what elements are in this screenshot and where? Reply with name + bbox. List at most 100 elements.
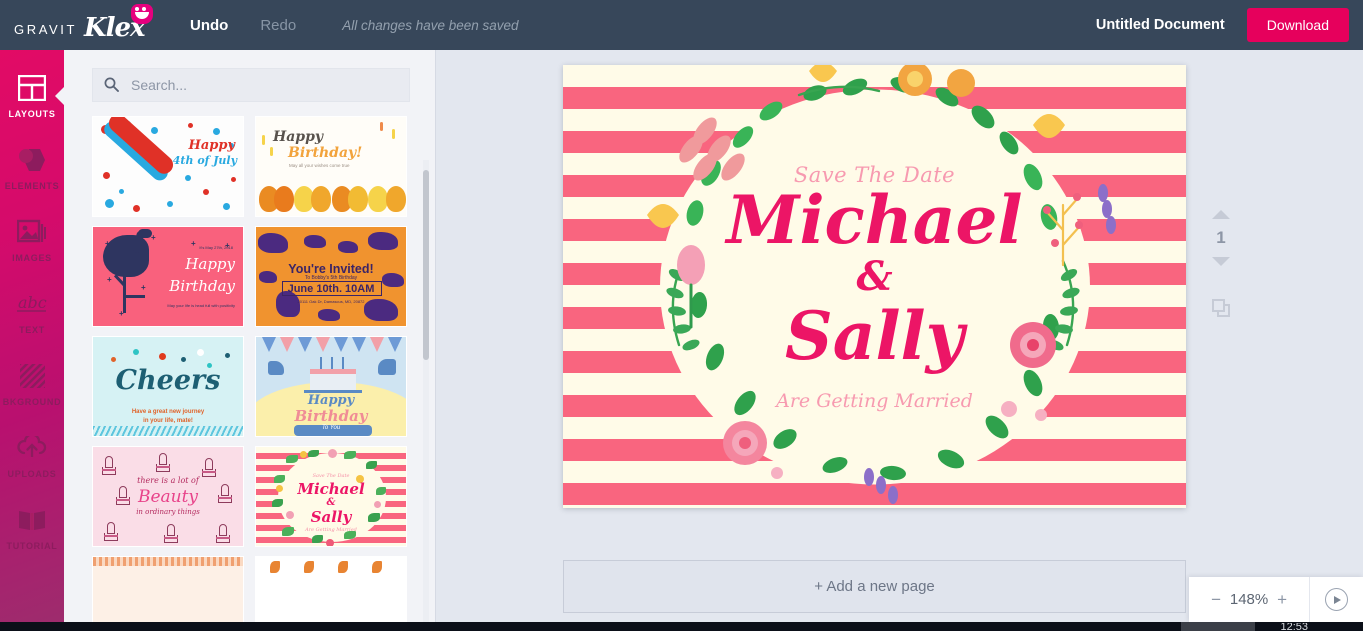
page-down-button[interactable] bbox=[1212, 257, 1230, 266]
background-icon bbox=[19, 361, 46, 391]
tool-rail: LAYOUTS ELEMENTS IMAGES abc TEXT BKGROUN… bbox=[0, 50, 64, 631]
app-header: GRAVIT Klex Undo Redo All changes have b… bbox=[0, 0, 1363, 50]
thumb-text: Sally bbox=[310, 508, 352, 526]
thumb-text: Happy bbox=[273, 129, 324, 145]
rail-item-uploads[interactable]: UPLOADS bbox=[0, 420, 64, 492]
thumb-text: Beauty bbox=[137, 487, 199, 507]
template-thumb-4th-of-july[interactable]: Happy 4th of July bbox=[92, 116, 244, 217]
thumb-text: Have a great new journey bbox=[131, 409, 205, 415]
rail-item-images[interactable]: IMAGES bbox=[0, 204, 64, 276]
tutorial-icon bbox=[17, 505, 47, 535]
rail-item-tutorial[interactable]: TUTORIAL bbox=[0, 492, 64, 564]
card-footer-text: Are Getting Married bbox=[776, 390, 973, 412]
thumb-text: May your life is head full with positivi… bbox=[167, 303, 235, 308]
images-icon bbox=[17, 217, 47, 247]
download-button[interactable]: Download bbox=[1246, 8, 1349, 42]
rail-label-layouts: LAYOUTS bbox=[8, 109, 56, 119]
rail-item-layouts[interactable]: LAYOUTS bbox=[0, 60, 64, 132]
undo-button[interactable]: Undo bbox=[184, 13, 234, 38]
thumb-text: 4th of July bbox=[172, 154, 237, 167]
rail-label-background: BKGROUND bbox=[2, 397, 62, 407]
thumb-text: 20111 Oak Dr, Damascus, MD, 20872 bbox=[297, 299, 365, 304]
rail-label-tutorial: TUTORIAL bbox=[6, 541, 58, 551]
template-thumb-patterned[interactable] bbox=[92, 556, 244, 631]
zoom-out-button[interactable]: − bbox=[1205, 590, 1227, 610]
brand-gravit-text: GRAVIT bbox=[14, 22, 78, 37]
template-thumb-autumn[interactable] bbox=[255, 556, 407, 631]
zoom-in-button[interactable]: + bbox=[1271, 590, 1293, 610]
zoom-group: − 148% + bbox=[1189, 577, 1310, 622]
search-icon bbox=[104, 77, 119, 92]
thumb-text: Michael bbox=[297, 480, 365, 498]
thumb-text: Happy bbox=[185, 255, 235, 273]
taskbar-clock: 12:53 bbox=[1280, 623, 1308, 631]
rail-item-text[interactable]: abc TEXT bbox=[0, 276, 64, 348]
template-thumb-cheers[interactable]: Cheers Have a great new journey in your … bbox=[92, 336, 244, 437]
template-thumb-birthday-balloons[interactable]: Happy Birthday! May all your wishes come… bbox=[255, 116, 407, 217]
rail-item-elements[interactable]: ELEMENTS bbox=[0, 132, 64, 204]
rail-label-images: IMAGES bbox=[12, 253, 52, 263]
template-thumb-dinosaur-invite[interactable]: You're Invited! To Bobby's 5th Birthday … bbox=[255, 226, 407, 327]
add-new-page-button[interactable]: + Add a new page bbox=[563, 560, 1186, 613]
card-ampersand: & bbox=[856, 253, 893, 300]
thumb-text: Birthday bbox=[169, 277, 235, 295]
template-thumb-flamingo-birthday[interactable]: + + + + + + + It's May 27th, 2018 Happy … bbox=[92, 226, 244, 327]
card-name-2: Sally bbox=[785, 297, 964, 375]
rail-item-background[interactable]: BKGROUND bbox=[0, 348, 64, 420]
template-thumb-birthday-cake[interactable]: Happy Birthday To You bbox=[255, 336, 407, 437]
svg-text:abc: abc bbox=[18, 293, 47, 312]
rail-label-elements: ELEMENTS bbox=[4, 181, 60, 191]
thumb-text: in ordinary things bbox=[136, 508, 200, 516]
layouts-icon bbox=[18, 73, 46, 103]
thumb-text: June 10th. 10AM bbox=[287, 283, 375, 295]
thumb-text: Happy bbox=[188, 138, 235, 153]
zoom-bar: − 148% + bbox=[1189, 577, 1363, 622]
panel-scrollbar-thumb[interactable] bbox=[423, 170, 429, 360]
thumb-text: Birthday bbox=[294, 407, 368, 425]
search-input[interactable] bbox=[92, 68, 410, 102]
thumb-text: May all your wishes come true bbox=[289, 163, 350, 168]
zoom-level-value[interactable]: 148% bbox=[1227, 591, 1271, 608]
thumb-text: Birthday! bbox=[288, 145, 363, 161]
template-grid: Happy 4th of July Happy Birthday! May al… bbox=[92, 116, 426, 631]
card-name-1: Michael bbox=[726, 181, 1023, 259]
thumb-text: Cheers bbox=[115, 365, 221, 396]
monster-mascot-icon bbox=[131, 4, 153, 24]
search-wrapper bbox=[92, 68, 413, 102]
elements-icon bbox=[17, 145, 47, 175]
presentation-group bbox=[1310, 588, 1363, 611]
rail-label-uploads: UPLOADS bbox=[7, 469, 57, 479]
canvas-workspace: Save The Date Michael & Sally Are Gettin… bbox=[436, 50, 1363, 631]
thumb-text: & bbox=[326, 497, 336, 508]
template-thumb-michael-sally[interactable]: Save The Date Michael & Sally Are Gettin… bbox=[255, 446, 407, 547]
page-controls: 1 bbox=[1201, 210, 1241, 318]
card-stripes-background: Save The Date Michael & Sally Are Gettin… bbox=[563, 65, 1186, 508]
play-icon[interactable] bbox=[1325, 588, 1348, 611]
panel-scrollbar-track[interactable] bbox=[423, 160, 429, 630]
thumb-text: Happy bbox=[307, 393, 355, 408]
rail-label-text: TEXT bbox=[19, 325, 45, 335]
thumb-text: Are Getting Married bbox=[305, 527, 357, 533]
thumb-text: Save The Date bbox=[312, 473, 350, 479]
taskbar-window-chip[interactable] bbox=[1181, 622, 1255, 631]
page-number: 1 bbox=[1216, 228, 1226, 247]
rail-active-arrow bbox=[55, 87, 64, 105]
document-title[interactable]: Untitled Document bbox=[1096, 17, 1225, 33]
layouts-panel: Happy 4th of July Happy Birthday! May al… bbox=[64, 50, 436, 631]
thumb-text: It's May 27th, 2018 bbox=[199, 245, 233, 250]
thumb-text: You're Invited! bbox=[288, 262, 374, 276]
thumb-text: To Bobby's 5th Birthday bbox=[304, 275, 358, 281]
duplicate-page-icon[interactable] bbox=[1211, 299, 1231, 318]
thumb-text: To You bbox=[321, 425, 341, 431]
thumb-text: there is a lot of bbox=[137, 476, 199, 485]
page-up-button[interactable] bbox=[1212, 210, 1230, 219]
design-canvas[interactable]: Save The Date Michael & Sally Are Gettin… bbox=[563, 65, 1186, 508]
brand-logo[interactable]: GRAVIT Klex bbox=[14, 4, 164, 41]
save-status-text: All changes have been saved bbox=[342, 17, 519, 33]
template-thumb-cactus-beauty[interactable]: there is a lot of Beauty in ordinary thi… bbox=[92, 446, 244, 547]
redo-button[interactable]: Redo bbox=[254, 13, 302, 38]
thumb-text: in your life, mate! bbox=[143, 418, 193, 424]
uploads-icon bbox=[17, 433, 47, 463]
text-icon: abc bbox=[15, 289, 49, 319]
os-taskbar: 12:53 bbox=[0, 622, 1363, 631]
